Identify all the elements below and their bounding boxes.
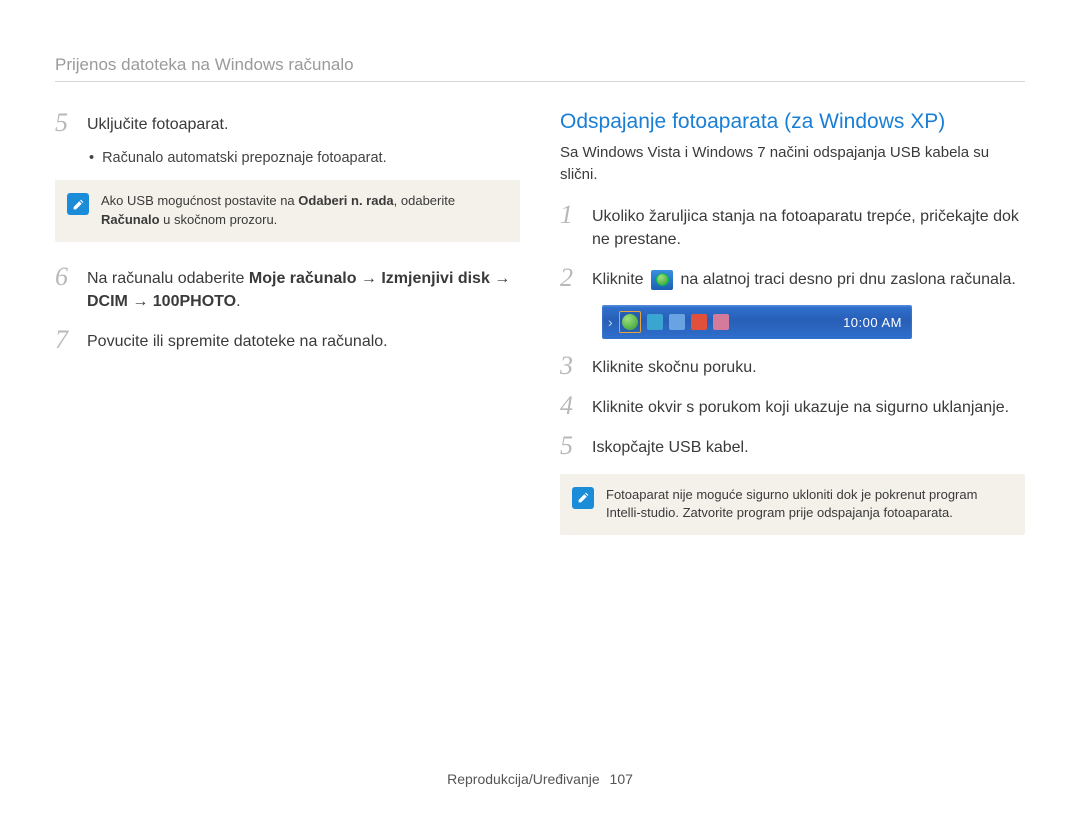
step-number: 1 xyxy=(560,202,582,228)
r-step-3: 3 Kliknite skočnu poruku. xyxy=(560,353,1025,379)
page: Prijenos datoteka na Windows računalo 5 … xyxy=(0,0,1080,815)
r-step-4: 4 Kliknite okvir s porukom koji ukazuje … xyxy=(560,393,1025,419)
page-header-title: Prijenos datoteka na Windows računalo xyxy=(55,55,1025,75)
step-text: Povucite ili spremite datoteke na računa… xyxy=(87,327,388,353)
note-text: Ako USB mogućnost postavite na Odaberi n… xyxy=(101,192,506,230)
taskbar-clock: 10:00 AM xyxy=(843,315,906,330)
step-7: 7 Povucite ili spremite datoteke na raču… xyxy=(55,327,520,353)
step-number: 7 xyxy=(55,327,77,353)
taskbar-highlighted-icon xyxy=(619,311,641,333)
note-icon xyxy=(67,193,89,215)
step-number: 6 xyxy=(55,264,77,290)
step-number: 5 xyxy=(560,433,582,459)
section-intro: Sa Windows Vista i Windows 7 načini odsp… xyxy=(560,142,1025,186)
pencil-icon xyxy=(72,198,85,211)
step-number: 4 xyxy=(560,393,582,419)
r-step-5: 5 Iskopčajte USB kabel. xyxy=(560,433,1025,459)
step-number: 3 xyxy=(560,353,582,379)
step-6: 6 Na računalu odaberite Moje računalo → … xyxy=(55,264,520,313)
step-text: Na računalu odaberite Moje računalo → Iz… xyxy=(87,264,520,313)
r-step-2: 2 Kliknite na alatnoj traci desno pri dn… xyxy=(560,265,1025,291)
step-number: 5 xyxy=(55,110,77,136)
section-title: Odspajanje fotoaparata (za Windows XP) xyxy=(560,110,1025,134)
step-text: Iskopčajte USB kabel. xyxy=(592,433,749,459)
header-rule xyxy=(55,81,1025,82)
step-number: 2 xyxy=(560,265,582,291)
left-column: 5 Uključite fotoaparat. • Računalo autom… xyxy=(55,110,520,557)
step-text: Uključite fotoaparat. xyxy=(87,110,228,136)
safely-remove-tray-icon xyxy=(622,314,638,330)
page-number: 107 xyxy=(610,771,633,787)
taskbar-chevron-icon: › xyxy=(608,314,613,330)
tray-icon xyxy=(647,314,663,330)
tray-icon xyxy=(713,314,729,330)
bullet-text: Računalo automatski prepoznaje fotoapara… xyxy=(102,150,387,166)
pencil-icon xyxy=(577,491,590,504)
step-5: 5 Uključite fotoaparat. xyxy=(55,110,520,136)
step-5-subbullet: • Računalo automatski prepoznaje fotoapa… xyxy=(89,150,520,166)
safely-remove-icon xyxy=(651,270,673,290)
note-box-left: Ako USB mogućnost postavite na Odaberi n… xyxy=(55,180,520,242)
step-text: Ukoliko žaruljica stanja na fotoaparatu … xyxy=(592,202,1025,251)
tray-volume-icon xyxy=(691,314,707,330)
step-text: Kliknite okvir s porukom koji ukazuje na… xyxy=(592,393,1009,419)
note-icon xyxy=(572,487,594,509)
bullet-dot: • xyxy=(89,150,94,166)
page-footer: Reprodukcija/Uređivanje 107 xyxy=(0,771,1080,787)
step-text: Kliknite skočnu poruku. xyxy=(592,353,757,379)
footer-section: Reprodukcija/Uređivanje xyxy=(447,771,600,787)
r-step-1: 1 Ukoliko žaruljica stanja na fotoaparat… xyxy=(560,202,1025,251)
content-columns: 5 Uključite fotoaparat. • Računalo autom… xyxy=(55,110,1025,557)
step-text: Kliknite na alatnoj traci desno pri dnu … xyxy=(592,265,1016,291)
note-box-right: Fotoaparat nije moguće sigurno ukloniti … xyxy=(560,474,1025,536)
right-column: Odspajanje fotoaparata (za Windows XP) S… xyxy=(560,110,1025,557)
note-text: Fotoaparat nije moguće sigurno ukloniti … xyxy=(606,486,1011,524)
tray-icon xyxy=(669,314,685,330)
taskbar-screenshot: › 10:00 AM xyxy=(602,305,912,339)
